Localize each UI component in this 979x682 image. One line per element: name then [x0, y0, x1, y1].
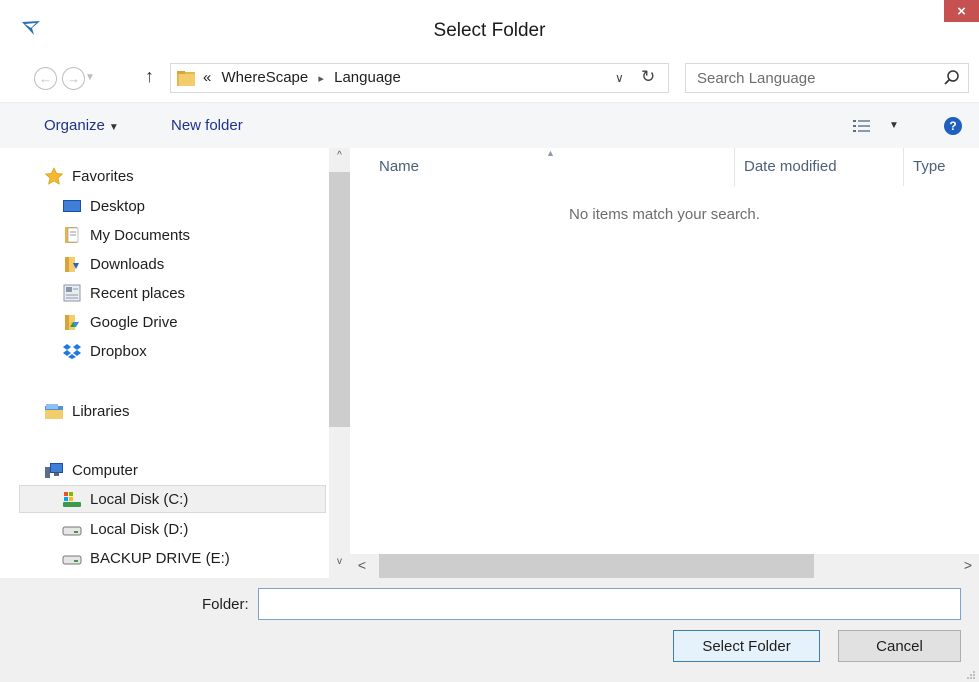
back-arrow-icon: ← — [39, 71, 52, 86]
window-title: Select Folder — [433, 20, 546, 41]
drive-icon — [62, 549, 82, 567]
view-details-icon[interactable] — [852, 118, 872, 134]
nav-item-google-drive[interactable]: Google Drive — [62, 308, 178, 336]
nav-item-dropbox[interactable]: Dropbox — [62, 337, 147, 365]
nav-item-label: Downloads — [90, 255, 165, 273]
scroll-down-arrow-icon[interactable]: v — [329, 556, 350, 576]
column-divider[interactable] — [903, 148, 904, 186]
column-header-name[interactable]: Name — [379, 158, 419, 175]
nav-favorites-label: Favorites — [72, 167, 134, 185]
scrollbar-thumb[interactable] — [329, 172, 350, 427]
dialog-footer: Folder: Select Folder Cancel — [0, 578, 979, 682]
folder-label: Folder: — [202, 596, 249, 613]
close-button[interactable]: × — [944, 0, 979, 22]
nav-item-downloads[interactable]: Downloads — [62, 250, 164, 278]
nav-item-desktop[interactable]: Desktop — [62, 192, 145, 220]
nav-item-label: Google Drive — [90, 313, 178, 331]
breadcrumb-overflow[interactable]: « — [203, 69, 211, 86]
nav-item-recent-places[interactable]: Recent places — [62, 279, 185, 307]
nav-item-label: Dropbox — [90, 342, 147, 360]
folder-icon — [177, 71, 195, 86]
nav-item-backup-drive-e[interactable]: BACKUP DRIVE (E:) — [62, 544, 230, 572]
select-folder-button[interactable]: Select Folder — [673, 630, 820, 662]
empty-message: No items match your search. — [569, 206, 760, 223]
back-button[interactable]: ← — [34, 67, 57, 90]
file-list-horizontal-scrollbar[interactable]: < > — [350, 554, 979, 578]
up-button[interactable]: ↑ — [145, 66, 154, 87]
scroll-up-arrow-icon[interactable]: ^ — [329, 150, 350, 170]
breadcrumb-separator-icon[interactable]: ▸ — [318, 73, 324, 85]
command-toolbar: Organize ▼ New folder ▼ ? — [0, 102, 979, 148]
nav-libraries-label: Libraries — [72, 402, 130, 420]
column-header-date-modified[interactable]: Date modified — [744, 158, 837, 175]
search-box[interactable] — [685, 63, 969, 93]
google-drive-icon — [62, 313, 82, 331]
nav-item-label: Desktop — [90, 197, 146, 215]
nav-item-label: Local Disk (D:) — [90, 520, 189, 538]
navigation-bar: ← → ▼ ↑ « WhereScape ▸ Language ∨ ↻ — [0, 54, 979, 102]
organize-label: Organize — [44, 117, 105, 134]
drive-icon — [62, 520, 82, 538]
address-dropdown-chevron-icon[interactable]: ∨ — [615, 71, 624, 85]
navigation-pane: Favorites Desktop My Documents Downloads… — [0, 148, 350, 578]
nav-item-local-disk-c[interactable]: Local Disk (C:) — [19, 485, 326, 513]
nav-computer-label: Computer — [72, 461, 138, 479]
nav-item-label: BACKUP DRIVE (E:) — [90, 549, 230, 567]
recent-places-icon — [62, 284, 82, 302]
nav-favorites[interactable]: Favorites — [44, 162, 134, 190]
nav-item-my-documents[interactable]: My Documents — [62, 221, 190, 249]
sort-ascending-icon: ▲ — [546, 148, 555, 158]
nav-libraries[interactable]: Libraries — [44, 397, 130, 425]
dropbox-icon — [62, 342, 82, 360]
nav-item-label: Recent places — [90, 284, 186, 302]
caret-down-icon: ▼ — [108, 122, 119, 133]
folder-name-input[interactable] — [258, 588, 961, 620]
help-icon[interactable]: ? — [944, 117, 962, 135]
column-header-row: ▲ Name Date modified Type — [350, 148, 979, 186]
computer-icon — [44, 461, 64, 479]
documents-icon — [62, 226, 82, 244]
downloads-icon — [62, 255, 82, 273]
breadcrumb: « WhereScape ▸ Language — [203, 69, 401, 86]
view-options-caret-icon[interactable]: ▼ — [889, 120, 899, 131]
libraries-icon — [44, 402, 64, 420]
organize-menu-button[interactable]: Organize ▼ — [44, 117, 119, 134]
file-list: ▲ Name Date modified Type No items match… — [350, 148, 979, 578]
nav-item-label: Local Disk (C:) — [90, 490, 189, 508]
recent-locations-chevron-icon[interactable]: ▼ — [85, 72, 95, 83]
star-icon — [44, 167, 64, 185]
search-icon[interactable] — [943, 69, 961, 87]
column-header-type[interactable]: Type — [913, 158, 946, 175]
nav-computer[interactable]: Computer — [44, 456, 138, 484]
refresh-icon[interactable]: ↻ — [641, 67, 655, 87]
resize-grip-icon[interactable] — [966, 670, 976, 680]
cancel-button[interactable]: Cancel — [838, 630, 961, 662]
forward-button[interactable]: → — [62, 67, 85, 90]
address-bar[interactable]: « WhereScape ▸ Language ∨ ↻ — [170, 63, 669, 93]
nav-item-local-disk-d[interactable]: Local Disk (D:) — [62, 515, 188, 543]
nav-item-label: My Documents — [90, 226, 191, 244]
breadcrumb-item-wherescape[interactable]: WhereScape — [222, 69, 309, 86]
breadcrumb-item-language[interactable]: Language — [334, 69, 401, 86]
title-bar: Select Folder × — [0, 0, 979, 54]
scrollbar-thumb[interactable] — [379, 554, 814, 578]
forward-arrow-icon: → — [67, 71, 80, 86]
search-input[interactable] — [687, 65, 937, 91]
system-drive-icon — [62, 490, 82, 508]
new-folder-button[interactable]: New folder — [171, 117, 243, 134]
scroll-left-arrow-icon[interactable]: < — [352, 557, 372, 575]
desktop-icon — [62, 197, 82, 215]
navigation-pane-scrollbar[interactable]: ^ v — [329, 148, 350, 578]
column-divider[interactable] — [734, 148, 735, 186]
scroll-right-arrow-icon[interactable]: > — [958, 557, 978, 575]
